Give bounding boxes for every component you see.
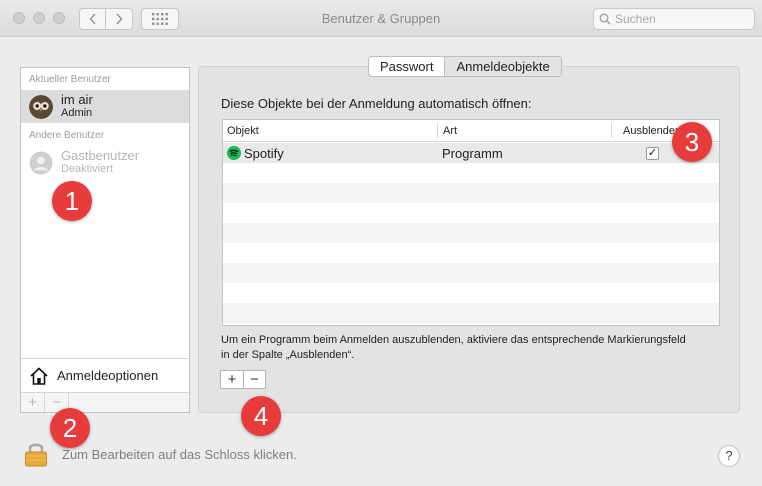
tab-password[interactable]: Passwort <box>369 57 444 76</box>
row-kind: Programm <box>442 146 503 161</box>
table-row-empty <box>223 183 719 203</box>
tab-login-items[interactable]: Anmeldeobjekte <box>444 57 561 76</box>
spotify-icon <box>227 146 241 160</box>
user-list-buttons: + − <box>21 392 189 412</box>
column-divider <box>611 123 612 138</box>
annotation-marker: 3 <box>672 122 712 162</box>
table-row-empty <box>223 283 719 303</box>
system-preferences-window: Benutzer & Gruppen Suchen Aktueller Benu… <box>0 0 762 486</box>
search-field[interactable]: Suchen <box>593 8 755 30</box>
hide-checkbox[interactable]: ✓ <box>646 147 659 160</box>
current-user-role: Admin <box>61 107 93 119</box>
table-row-empty <box>223 303 719 323</box>
column-header-object[interactable]: Objekt <box>227 125 259 137</box>
user-row-guest[interactable]: Gastbenutzer Deaktiviert <box>21 146 189 179</box>
lock-icon[interactable] <box>24 440 48 468</box>
remove-login-item-button[interactable]: − <box>243 371 265 388</box>
login-items-table: Objekt Art Ausblenden Spotify Programm ✓ <box>222 119 720 326</box>
table-row-empty <box>223 243 719 263</box>
annotation-marker: 2 <box>50 408 90 448</box>
current-user-header: Aktueller Benutzer <box>29 74 111 85</box>
tab-bar: Passwort Anmeldeobjekte <box>368 56 562 77</box>
table-header: Objekt Art Ausblenden <box>223 120 719 142</box>
table-row-empty <box>223 203 719 223</box>
other-users-header: Andere Benutzer <box>29 130 105 141</box>
user-list: Aktueller Benutzer im air Admin Andere B… <box>20 67 190 413</box>
column-header-kind[interactable]: Art <box>443 125 457 137</box>
search-placeholder: Suchen <box>615 12 656 26</box>
house-icon <box>30 366 48 385</box>
guest-avatar-icon <box>29 151 53 174</box>
user-row-current[interactable]: im air Admin <box>21 90 189 123</box>
lock-text: Zum Bearbeiten auf das Schloss klicken. <box>62 446 297 462</box>
login-options-item[interactable]: Anmeldeoptionen <box>21 358 189 392</box>
search-icon <box>599 13 611 25</box>
annotation-marker: 4 <box>241 396 281 436</box>
login-items-buttons: + − <box>220 370 266 389</box>
add-login-item-button[interactable]: + <box>221 371 243 388</box>
hide-hint-text: Um ein Programm beim Anmelden auszublend… <box>221 334 686 361</box>
add-user-button[interactable]: + <box>21 393 45 412</box>
owl-avatar-icon <box>29 94 53 119</box>
guest-user-name: Gastbenutzer <box>61 148 140 163</box>
table-row-empty <box>223 163 719 183</box>
guest-user-status: Deaktiviert <box>61 163 113 175</box>
login-items-heading: Diese Objekte bei der Anmeldung automati… <box>221 96 532 111</box>
table-row-empty <box>223 263 719 283</box>
login-options-label: Anmeldeoptionen <box>57 368 159 383</box>
table-row-empty <box>223 223 719 243</box>
row-object-name: Spotify <box>244 146 284 161</box>
current-user-name: im air <box>61 92 93 107</box>
title-bar: Benutzer & Gruppen Suchen <box>0 0 762 37</box>
table-row[interactable]: Spotify Programm ✓ <box>223 143 719 163</box>
annotation-marker: 1 <box>52 181 92 221</box>
column-divider <box>437 123 438 138</box>
help-button[interactable]: ? <box>718 445 740 467</box>
